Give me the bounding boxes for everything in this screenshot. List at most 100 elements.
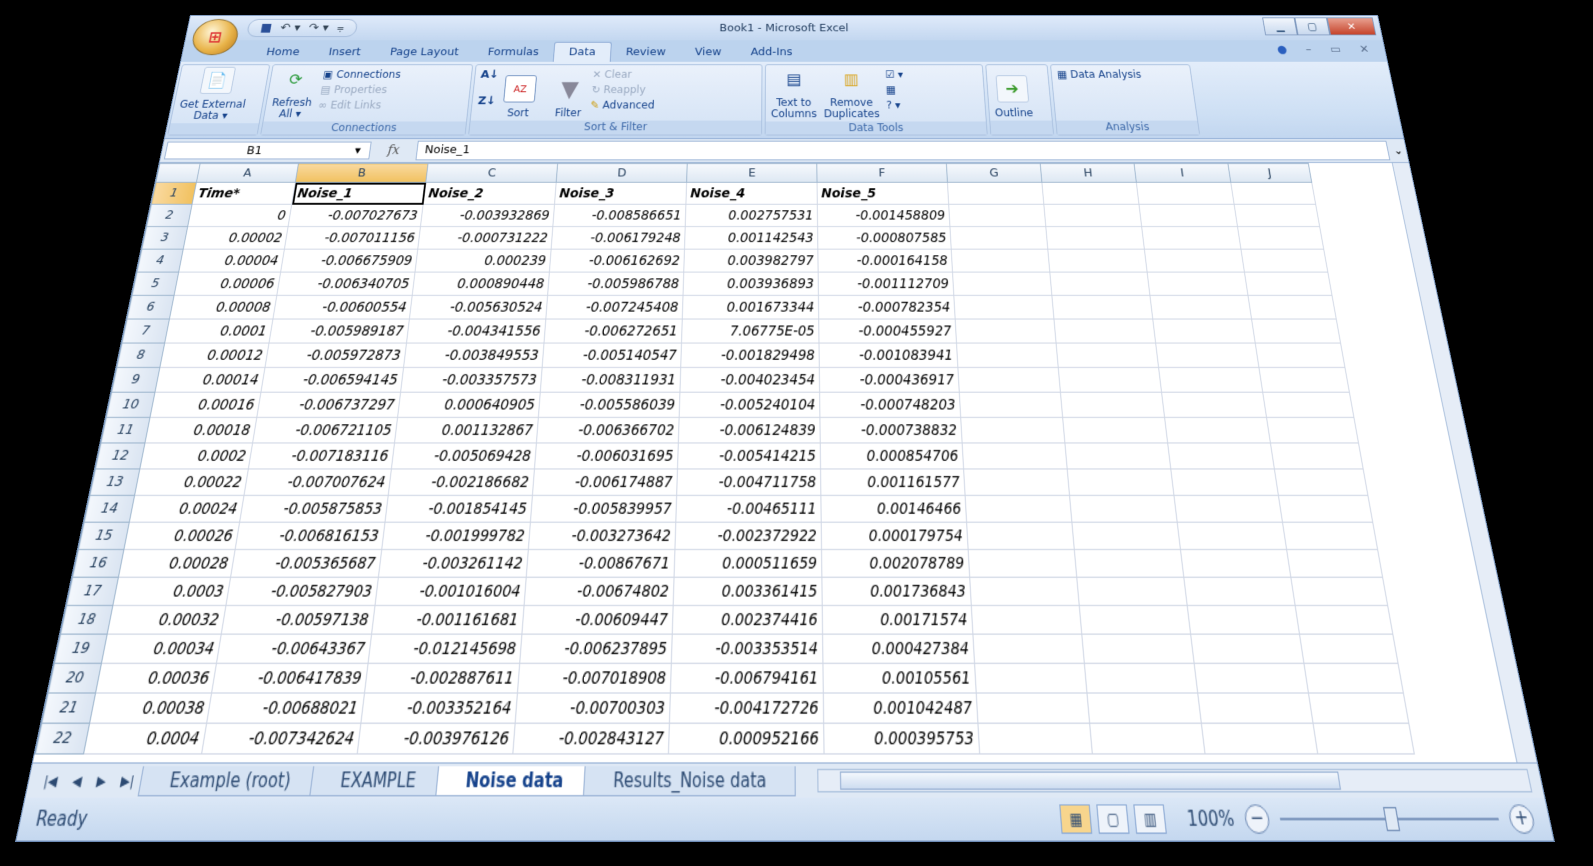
maximize-button[interactable]: ▢	[1294, 17, 1330, 35]
cell-H12[interactable]	[1065, 443, 1171, 469]
cell-C4[interactable]: 0.000239	[415, 249, 551, 272]
cell-E6[interactable]: 0.001673344	[682, 295, 818, 319]
cell-H15[interactable]	[1072, 522, 1181, 549]
cell-A7[interactable]: 0.0001	[165, 319, 273, 343]
tab-data[interactable]: Data	[553, 42, 612, 62]
cell-A4[interactable]: 0.00004	[179, 249, 285, 272]
cell-A12[interactable]: 0.0002	[140, 443, 253, 469]
cell-C11[interactable]: 0.001132867	[395, 417, 539, 443]
cell-B15[interactable]: -0.006816153	[235, 522, 385, 549]
cell-I14[interactable]	[1174, 495, 1283, 522]
cell-B22[interactable]: -0.007342624	[202, 723, 361, 754]
name-box[interactable]: B1 ▾	[164, 142, 372, 160]
cell-A22[interactable]: 0.0004	[84, 723, 207, 754]
cell-F11[interactable]: -0.000738832	[820, 417, 962, 443]
tab-home[interactable]: Home	[250, 43, 316, 62]
column-header-F[interactable]: F	[817, 163, 948, 182]
cell-H13[interactable]	[1067, 469, 1174, 495]
row-header[interactable]: 7	[122, 319, 169, 343]
tab-view[interactable]: View	[680, 43, 736, 62]
cell-I11[interactable]	[1165, 417, 1271, 443]
cell-I16[interactable]	[1180, 549, 1290, 577]
cell-F12[interactable]: 0.000854706	[820, 443, 963, 469]
column-header-I[interactable]: I	[1134, 163, 1231, 182]
cell-J12[interactable]	[1270, 443, 1363, 469]
cell-C9[interactable]: -0.003357573	[401, 367, 543, 392]
cell-A17[interactable]: 0.0003	[113, 577, 231, 605]
cell-F19[interactable]: 0.000427384	[823, 634, 975, 663]
cell-G8[interactable]	[957, 343, 1059, 367]
cell-C12[interactable]: -0.005069428	[391, 443, 536, 469]
cell-I4[interactable]	[1144, 249, 1244, 272]
cell-B18[interactable]: -0.00597138	[221, 605, 375, 634]
cell-E4[interactable]: 0.003982797	[684, 249, 818, 272]
cell-F5[interactable]: -0.001112709	[818, 272, 954, 295]
cell-F18[interactable]: 0.00171574	[822, 605, 973, 634]
connections-button[interactable]: ▣ Connections	[322, 68, 401, 80]
scroll-thumb[interactable]	[840, 771, 1341, 789]
row-header[interactable]: 19	[54, 634, 107, 663]
cell-E18[interactable]: 0.002374416	[672, 605, 822, 634]
cell-B2[interactable]: -0.007027673	[288, 204, 423, 226]
cell-A13[interactable]: 0.00022	[135, 469, 249, 495]
zoom-slider-knob[interactable]	[1383, 807, 1400, 831]
cell-I9[interactable]	[1159, 367, 1263, 392]
workbook-close-button[interactable]: ✕	[1358, 44, 1370, 56]
column-header-A[interactable]: A	[196, 163, 298, 182]
cell-E15[interactable]: -0.002372922	[675, 522, 822, 549]
cell-C5[interactable]: 0.000890448	[412, 272, 549, 295]
cell-D15[interactable]: -0.003273642	[528, 522, 675, 549]
cell-D17[interactable]: -0.00674802	[524, 577, 674, 605]
save-icon[interactable]: ■	[259, 21, 273, 34]
cell-G9[interactable]	[958, 367, 1061, 392]
cell-A9[interactable]: 0.00014	[155, 367, 265, 392]
cell-J20[interactable]	[1304, 663, 1403, 693]
cell-I8[interactable]	[1156, 343, 1259, 367]
horizontal-scrollbar[interactable]	[817, 769, 1532, 793]
cell-F22[interactable]: 0.000395753	[824, 723, 980, 754]
cell-D4[interactable]: -0.006162692	[549, 249, 684, 272]
cell-I1[interactable]	[1136, 182, 1234, 204]
cell-E22[interactable]: 0.000952166	[668, 723, 824, 754]
cell-D13[interactable]: -0.006174887	[532, 469, 677, 495]
tab-add-ins[interactable]: Add-Ins	[736, 43, 807, 62]
cell-D11[interactable]: -0.006366702	[536, 417, 679, 443]
cell-A5[interactable]: 0.00006	[174, 272, 281, 295]
cell-E3[interactable]: 0.001142543	[684, 227, 817, 250]
cell-I2[interactable]	[1139, 204, 1238, 226]
tab-review[interactable]: Review	[611, 43, 681, 62]
cell-I6[interactable]	[1150, 295, 1252, 319]
cell-D1[interactable]: Noise_3	[555, 182, 687, 204]
cell-D10[interactable]: -0.005586039	[538, 392, 680, 417]
cell-G11[interactable]	[961, 417, 1065, 443]
cell-B5[interactable]: -0.006340705	[277, 272, 415, 295]
cell-I17[interactable]	[1184, 577, 1295, 605]
cell-J14[interactable]	[1278, 495, 1372, 522]
text-to-columns-button[interactable]: ▤ Text to Columns	[771, 67, 817, 120]
cell-J16[interactable]	[1287, 549, 1383, 577]
cell-B11[interactable]: -0.006721105	[253, 417, 398, 443]
cell-E20[interactable]: -0.006794161	[670, 663, 823, 693]
cell-G3[interactable]	[950, 227, 1048, 250]
workbook-minimize-button[interactable]: –	[1305, 44, 1313, 56]
cell-D3[interactable]: -0.006179248	[551, 227, 685, 250]
dropdown-icon[interactable]: ▾	[354, 144, 362, 157]
cell-E2[interactable]: 0.002757531	[685, 204, 817, 226]
cell-A2[interactable]: 0	[188, 204, 292, 226]
cell-A11[interactable]: 0.00018	[145, 417, 257, 443]
cell-H17[interactable]	[1077, 577, 1187, 605]
cell-B8[interactable]: -0.005972873	[265, 343, 407, 367]
cell-J15[interactable]	[1282, 522, 1377, 549]
cell-F20[interactable]: 0.00105561	[823, 663, 976, 693]
cell-F2[interactable]: -0.001458809	[817, 204, 950, 226]
cell-E8[interactable]: -0.001829498	[681, 343, 820, 367]
cell-E13[interactable]: -0.004711758	[677, 469, 821, 495]
cell-B7[interactable]: -0.005989187	[269, 319, 409, 343]
cell-F13[interactable]: 0.001161577	[821, 469, 966, 495]
cell-E7[interactable]: 7.06775E-05	[681, 319, 819, 343]
cell-B6[interactable]: -0.00600554	[273, 295, 412, 319]
cell-C19[interactable]: -0.012145698	[368, 634, 522, 663]
redo-icon[interactable]: ↷ ▾	[308, 21, 330, 34]
undo-icon[interactable]: ↶ ▾	[279, 21, 301, 34]
cell-H22[interactable]	[1090, 723, 1205, 754]
